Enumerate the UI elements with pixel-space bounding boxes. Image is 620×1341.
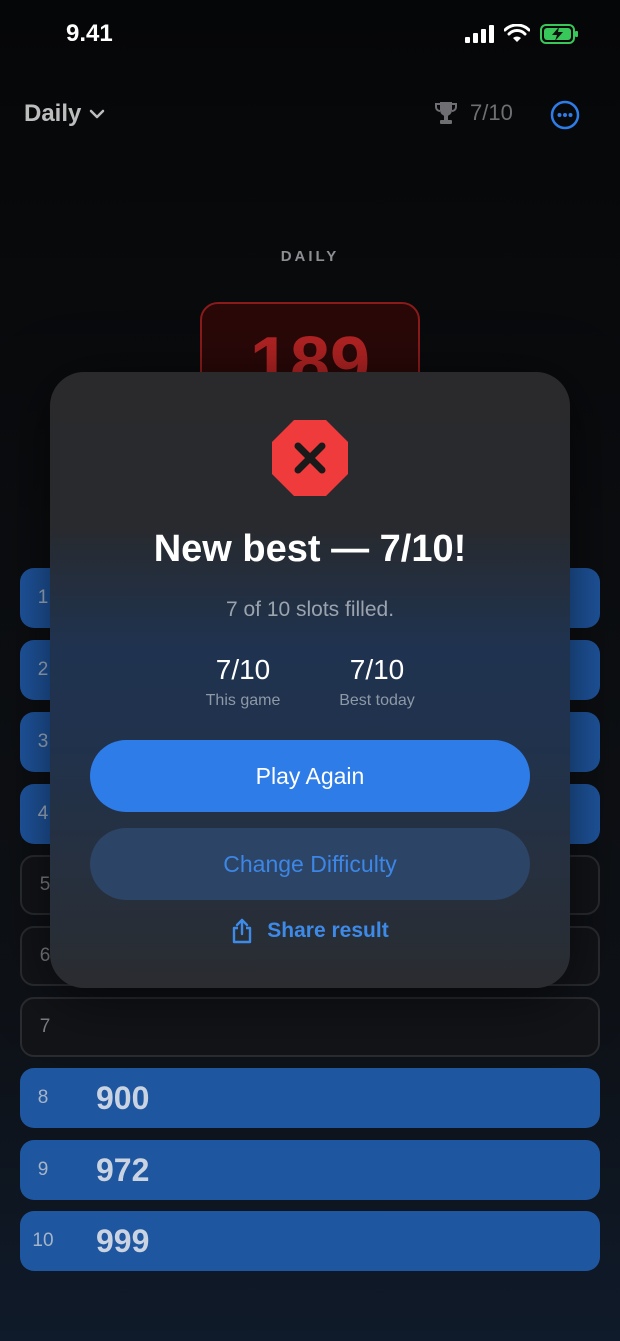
trophy-icon bbox=[435, 102, 457, 124]
stat-label: Best today bbox=[339, 692, 415, 709]
status-bar: 9.41 bbox=[0, 0, 620, 72]
stat-best-today: 7/10 Best today bbox=[329, 654, 425, 710]
slot-index: 8 bbox=[37, 1087, 49, 1108]
stat-value: 7/10 bbox=[349, 654, 405, 685]
slot-8[interactable]: 8 900 bbox=[20, 1068, 600, 1128]
slot-value: 999 bbox=[96, 1222, 150, 1259]
share-label: Share result bbox=[267, 919, 389, 942]
slot-7[interactable]: 7 bbox=[20, 997, 600, 1057]
stat-label: This game bbox=[205, 692, 281, 709]
battery-charging-icon bbox=[540, 24, 578, 44]
best-score-value: 7/10 bbox=[470, 100, 513, 125]
mode-caption: DAILY bbox=[280, 248, 340, 265]
change-difficulty-button[interactable]: Change Difficulty bbox=[90, 828, 530, 900]
signal-icon bbox=[465, 25, 494, 43]
mode-selector[interactable]: Daily bbox=[24, 100, 105, 128]
best-score-chip[interactable]: 7/10 bbox=[434, 100, 513, 126]
wifi-icon bbox=[504, 24, 530, 42]
status-icons bbox=[464, 24, 580, 44]
slot-index: 10 bbox=[32, 1230, 54, 1251]
share-result-button[interactable]: Share result bbox=[50, 918, 570, 944]
slot-index: 7 bbox=[39, 1016, 51, 1037]
slot-value: 972 bbox=[96, 1151, 150, 1188]
stat-value: 7/10 bbox=[215, 654, 271, 685]
chevron-down-icon bbox=[90, 109, 105, 119]
slot-value: 900 bbox=[96, 1079, 150, 1116]
status-time: 9.41 bbox=[66, 20, 113, 47]
slot-index: 9 bbox=[37, 1159, 49, 1180]
stats-row: 7/10 This game 7/10 Best today bbox=[50, 654, 570, 710]
header: Daily 7/10 bbox=[0, 92, 620, 140]
play-again-button[interactable]: Play Again bbox=[90, 740, 530, 812]
share-icon bbox=[233, 918, 252, 944]
modal-title: New best — 7/10! bbox=[153, 528, 467, 570]
stat-this-game: 7/10 This game bbox=[195, 654, 291, 710]
result-modal: New best — 7/10! 7 of 10 slots filled. 7… bbox=[50, 372, 570, 988]
slot-10[interactable]: 10 999 bbox=[20, 1211, 600, 1271]
mode-label: Daily bbox=[24, 100, 82, 127]
more-icon bbox=[550, 100, 580, 130]
slot-9[interactable]: 9 972 bbox=[20, 1140, 600, 1200]
more-button[interactable] bbox=[550, 100, 580, 130]
close-octagon-icon bbox=[272, 420, 348, 496]
modal-subtitle: 7 of 10 slots filled. bbox=[225, 598, 395, 621]
